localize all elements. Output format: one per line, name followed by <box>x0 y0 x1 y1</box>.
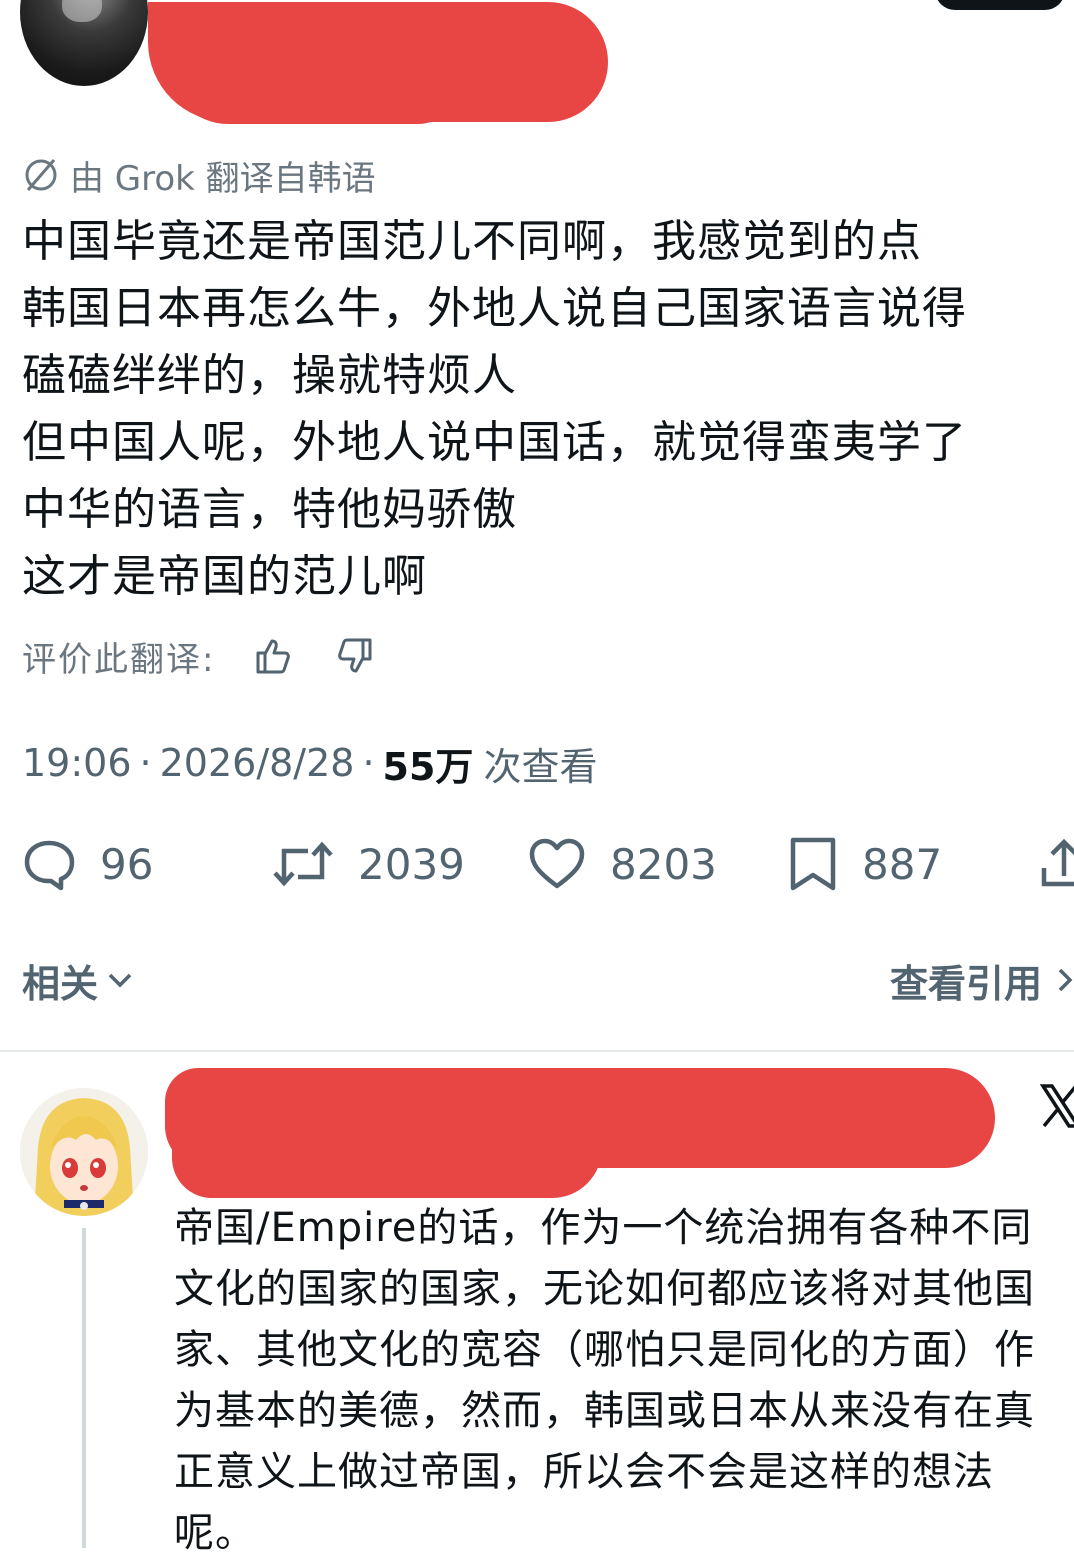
reply-author-avatar[interactable] <box>20 1088 148 1216</box>
redacted-author-handle <box>168 62 458 124</box>
chevron-right-icon <box>1058 968 1073 992</box>
related-label: 相关 <box>22 961 99 1006</box>
follow-button[interactable] <box>935 0 1065 10</box>
like-icon <box>529 838 585 889</box>
meta-separator: · <box>139 741 152 785</box>
tweet-time[interactable]: 19:06 <box>22 741 132 785</box>
repost-count: 2039 <box>358 839 465 889</box>
related-toggle[interactable]: 相关 <box>22 952 136 1008</box>
reply-count: 96 <box>100 839 154 889</box>
redacted-reply-handle <box>172 1120 602 1198</box>
share-icon <box>1041 838 1074 887</box>
meta-separator: · <box>362 741 375 785</box>
thumbs-up-button[interactable] <box>253 636 293 676</box>
action-bar: 96 2039 8203 887 <box>0 830 1074 898</box>
like-count: 8203 <box>610 839 717 889</box>
reply-button[interactable]: 96 <box>22 830 153 898</box>
grok-icon <box>25 159 57 191</box>
rate-translation-label: 评价此翻译: <box>22 639 216 680</box>
reply-icon <box>24 840 75 891</box>
bookmark-icon <box>790 837 836 891</box>
bookmark-count: 887 <box>862 839 943 889</box>
author-avatar[interactable] <box>20 0 148 86</box>
views-label: 次查看 <box>483 744 598 789</box>
x-logo-icon <box>1040 1084 1074 1128</box>
like-button[interactable]: 8203 <box>528 830 717 898</box>
tweet-date[interactable]: 2026/8/28 <box>160 741 355 785</box>
tweet-meta: 19:06 · 2026/8/28 · 55万 次查看 <box>22 735 597 791</box>
reply-text: 帝国/Empire的话，作为一个统治拥有各种不同 文化的国家的国家，无论如何都应… <box>174 1205 1035 1556</box>
thread-line <box>82 1228 86 1548</box>
translation-note: 由 Grok 翻译自韩语 <box>22 150 376 200</box>
thumbs-up-icon <box>256 639 291 674</box>
thumbs-down-icon <box>338 638 372 673</box>
chevron-down-icon <box>108 973 132 988</box>
bookmark-button[interactable]: 887 <box>788 830 942 898</box>
tweet-text: 中国毕竟还是帝国范儿不同啊，我感觉到的点 韩国日本再怎么牛，外地人说自己国家语言… <box>22 216 967 602</box>
views-count[interactable]: 55万 <box>383 736 474 791</box>
repost-button[interactable]: 2039 <box>272 830 465 898</box>
anime-avatar-image <box>20 1088 148 1216</box>
section-divider <box>0 1050 1074 1052</box>
translation-note-text: 由 Grok 翻译自韩语 <box>70 158 376 199</box>
thumbs-down-button[interactable] <box>335 636 375 676</box>
view-quotes-link[interactable]: 查看引用 <box>890 952 1074 1008</box>
repost-icon <box>273 841 333 887</box>
rate-translation: 评价此翻译: <box>22 628 417 684</box>
view-quotes-label: 查看引用 <box>890 961 1043 1006</box>
share-button[interactable] <box>1040 830 1074 898</box>
